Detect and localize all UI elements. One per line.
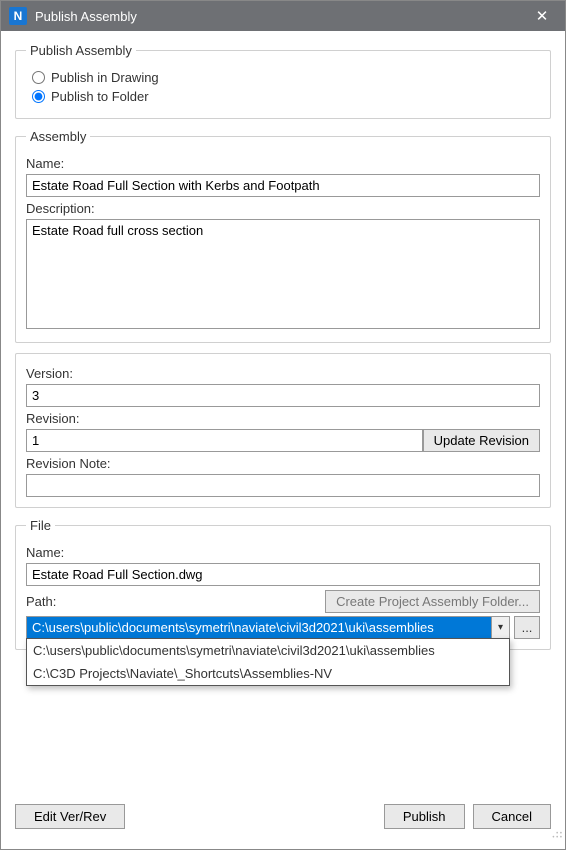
file-name-label: Name: <box>26 545 540 560</box>
revision-input[interactable] <box>26 429 423 452</box>
publish-group: Publish Assembly Publish in Drawing Publ… <box>15 43 551 119</box>
dropdown-item[interactable]: C:\users\public\documents\symetri\naviat… <box>27 639 509 662</box>
version-group: Version: Revision: Update Revision Revis… <box>15 353 551 508</box>
version-label: Version: <box>26 366 540 381</box>
create-project-folder-button[interactable]: Create Project Assembly Folder... <box>325 590 540 613</box>
cancel-button[interactable]: Cancel <box>473 804 551 829</box>
app-icon: N <box>9 7 27 25</box>
revision-label: Revision: <box>26 411 540 426</box>
assembly-name-input[interactable] <box>26 174 540 197</box>
radio-publish-in-drawing-label: Publish in Drawing <box>51 70 159 85</box>
publish-group-legend: Publish Assembly <box>26 43 136 58</box>
revision-note-label: Revision Note: <box>26 456 540 471</box>
chevron-down-icon[interactable]: ▾ <box>491 617 509 638</box>
titlebar: N Publish Assembly ✕ <box>1 1 565 31</box>
window-title: Publish Assembly <box>35 9 527 24</box>
assembly-desc-label: Description: <box>26 201 540 216</box>
path-input[interactable] <box>27 617 491 638</box>
radio-publish-in-drawing[interactable] <box>32 71 45 84</box>
edit-ver-rev-button[interactable]: Edit Ver/Rev <box>15 804 125 829</box>
close-icon[interactable]: ✕ <box>527 7 557 25</box>
update-revision-button[interactable]: Update Revision <box>423 429 540 452</box>
path-dropdown: C:\users\public\documents\symetri\naviat… <box>26 638 510 686</box>
publish-button[interactable]: Publish <box>384 804 465 829</box>
path-combobox[interactable]: ▾ C:\users\public\documents\symetri\navi… <box>26 616 510 639</box>
file-legend: File <box>26 518 55 533</box>
radio-publish-to-folder-row[interactable]: Publish to Folder <box>32 89 540 104</box>
radio-publish-in-drawing-row[interactable]: Publish in Drawing <box>32 70 540 85</box>
dropdown-item[interactable]: C:\C3D Projects\Naviate\_Shortcuts\Assem… <box>27 662 509 685</box>
radio-publish-to-folder[interactable] <box>32 90 45 103</box>
footer: Edit Ver/Rev Publish Cancel <box>15 804 551 829</box>
radio-publish-to-folder-label: Publish to Folder <box>51 89 149 104</box>
resize-grip-icon[interactable]: • •• • • <box>548 832 562 846</box>
file-group: File Name: Path: Create Project Assembly… <box>15 518 551 650</box>
version-input[interactable] <box>26 384 540 407</box>
revision-note-input[interactable] <box>26 474 540 497</box>
browse-button[interactable]: ... <box>514 616 540 639</box>
file-name-input[interactable] <box>26 563 540 586</box>
assembly-group: Assembly Name: Description: Estate Road … <box>15 129 551 343</box>
assembly-legend: Assembly <box>26 129 90 144</box>
assembly-name-label: Name: <box>26 156 540 171</box>
path-label: Path: <box>26 594 56 609</box>
assembly-desc-input[interactable]: Estate Road full cross section <box>26 219 540 329</box>
